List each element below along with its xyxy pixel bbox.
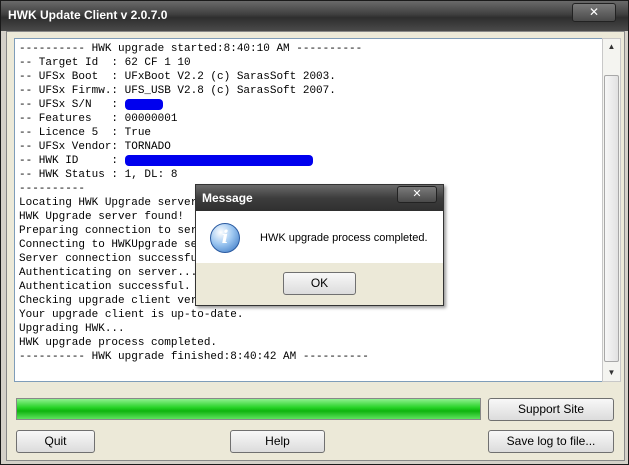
log-line: Your upgrade client is up-to-date. [19,309,244,321]
dialog-message: HWK upgrade process completed. [260,232,428,244]
quit-button[interactable]: Quit [16,430,95,453]
support-site-button[interactable]: Support Site [488,398,614,421]
log-line: -- Licence 5 : True [19,127,152,139]
log-line: ---------- HWK upgrade finished:8:40:42 … [19,351,369,363]
window-close-button[interactable]: ✕ [572,3,616,22]
redacted-hwk-id [124,154,313,166]
close-icon: ✕ [412,188,422,200]
log-line: -- HWK Status : 1, DL: 8 [19,169,178,181]
redacted-serial [124,98,163,110]
log-line: ---------- [19,183,86,195]
ok-button[interactable]: OK [283,272,356,295]
log-line: -- UFSx Vendor: TORNADO [19,141,171,153]
log-line: -- UFSx S/N : [19,99,125,111]
log-line: HWK upgrade process completed. [19,337,218,349]
dialog-footer: OK [196,263,443,305]
dialog-title-bar[interactable]: Message ✕ [196,185,443,211]
progress-bar [16,398,481,420]
log-line: Locating HWK Upgrade server... [19,197,218,209]
log-line: Upgrading HWK... [19,323,125,335]
title-bar[interactable]: HWK Update Client v 2.0.7.0 ✕ [1,1,628,31]
log-line: -- Features : 00000001 [19,113,178,125]
log-line: ---------- HWK upgrade started:8:40:10 A… [19,43,363,55]
window-title: HWK Update Client v 2.0.7.0 [8,8,168,22]
help-button[interactable]: Help [230,430,325,453]
scroll-up-icon[interactable]: ▲ [603,39,620,55]
scroll-down-icon[interactable]: ▼ [603,365,620,381]
log-line: -- HWK ID : [19,155,125,167]
dialog-title: Message [202,191,253,205]
log-line: -- UFSx Boot : UFxBoot V2.2 (c) SarasSof… [19,71,336,83]
scrollbar-thumb[interactable] [604,75,619,362]
progress-fill [17,399,480,419]
log-line: -- Target Id : 62 CF 1 10 [19,57,191,69]
dialog-close-button[interactable]: ✕ [397,186,437,203]
log-line: -- UFSx Firmw.: UFS_USB V2.8 (c) SarasSo… [19,85,336,97]
message-dialog: Message ✕ i HWK upgrade process complete… [195,184,444,306]
log-line: HWK Upgrade server found! [19,211,185,223]
log-line: Authentication successful. [19,281,191,293]
info-icon: i [210,223,240,253]
save-log-button[interactable]: Save log to file... [488,430,614,453]
close-icon: ✕ [588,5,600,19]
log-line: Server connection successful. [19,253,211,265]
log-line: Authenticating on server... [19,267,198,279]
log-scrollbar[interactable]: ▲ ▼ [602,38,621,382]
